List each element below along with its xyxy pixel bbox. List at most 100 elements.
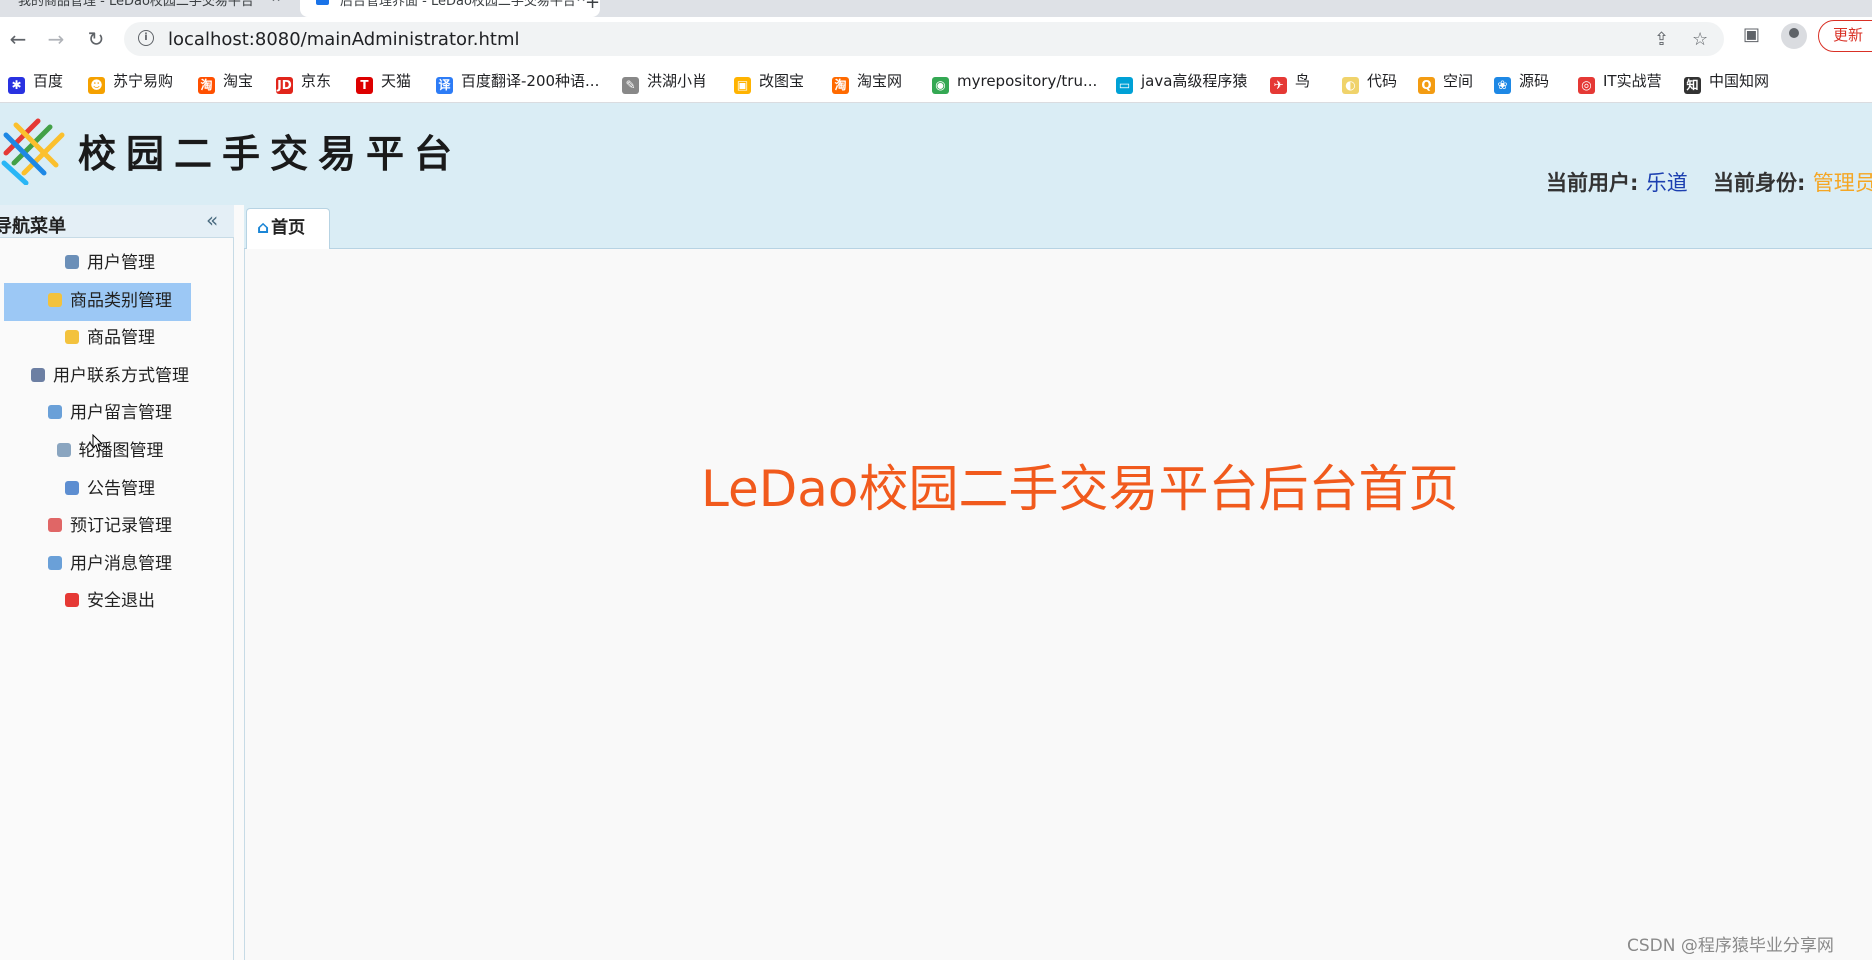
bookmark-item[interactable]: ▭ java高级程序猿 (1116, 71, 1248, 94)
sidebar-title: 导航菜单 (0, 216, 66, 237)
sidebar-item-logout[interactable]: 安全退出 (0, 583, 234, 619)
site-info-icon[interactable]: i (138, 30, 154, 46)
logo-icon (1, 118, 65, 185)
bookmark-favicon-icon: ▣ (734, 77, 751, 94)
browser-tab-label: 我的商品管理 - LeDao校园二手交易平台 (18, 0, 254, 9)
sidebar-item-label: 用户留言管理 (70, 403, 172, 424)
bookmark-label: 洪湖小肖 (647, 72, 708, 90)
bookmark-favicon-icon: JD (276, 77, 293, 94)
bookmark-item[interactable]: ✎ 洪湖小肖 (622, 71, 708, 94)
bookmark-item[interactable]: ▣ 改图宝 (734, 71, 805, 94)
bookmark-label: 空间 (1443, 72, 1474, 90)
collapse-icon[interactable]: « (206, 208, 218, 232)
bookmark-item[interactable]: T 天猫 (356, 71, 412, 94)
browser-tab-inactive[interactable]: 我的商品管理 - LeDao校园二手交易平台 ✕ (0, 0, 295, 17)
bookmarks-bar: ✱ 百度 ☻ 苏宁易购 淘淘宝 JD 京东 T 天猫 译百度翻译-200种语... ✎ 洪湖小肖 ▣ 改图… (0, 61, 1872, 103)
current-role-label: 当前身份: (1713, 171, 1806, 195)
sidebar-item-label: 安全退出 (87, 591, 155, 612)
bookmark-item[interactable]: ✱ 百度 (8, 71, 64, 94)
forward-icon[interactable]: → (44, 27, 68, 51)
sidebar-item-label: 商品管理 (87, 328, 155, 349)
star-icon[interactable]: ☆ (1692, 29, 1708, 50)
new-tab-icon[interactable]: + (585, 0, 600, 13)
bookmark-label: 天猫 (381, 72, 412, 90)
bookmark-item[interactable]: ◐ 代码 (1342, 71, 1397, 94)
sidebar-item-label: 预订记录管理 (70, 516, 172, 537)
bookmark-label: 百度翻译-200种语... (461, 72, 600, 90)
bookmark-favicon-icon: ✎ (622, 77, 639, 94)
menu-item-icon (31, 367, 45, 382)
side-panel-icon[interactable]: ▣ (1743, 24, 1760, 45)
site-title: 校园二手交易平台 (78, 131, 463, 176)
bookmark-item[interactable]: ✈ 鸟 (1270, 71, 1311, 94)
profile-avatar[interactable] (1781, 23, 1807, 49)
bookmark-favicon-icon: 淘 (832, 77, 849, 94)
bookmark-label: java高级程序猿 (1141, 72, 1248, 90)
bookmark-label: 改图宝 (759, 72, 805, 90)
sidebar-item-booking[interactable]: 预订记录管理 (0, 508, 234, 544)
bookmark-label: myrepository/tru... (957, 72, 1098, 90)
tab-home-label: 首页 (271, 218, 306, 238)
sidebar-item-category[interactable]: 商品类别管理 (0, 282, 234, 321)
menu-item-icon (48, 405, 62, 420)
address-bar[interactable]: i localhost:8080/mainAdministrator.html … (124, 22, 1724, 56)
menu-item-icon (65, 330, 79, 345)
current-user-name: 乐道 (1645, 171, 1688, 195)
bookmark-label: IT实战营 (1603, 72, 1662, 90)
nav-sidebar: 导航菜单 « 用户管理商品类别管理商品管理用户联系方式管理 用户留言管理轮播图管理… (0, 205, 234, 960)
back-icon[interactable]: ← (6, 27, 30, 51)
share-icon[interactable]: ⇪ (1654, 29, 1669, 50)
sidebar-item-user[interactable]: 用户管理 (0, 245, 234, 281)
bookmark-label: 鸟 (1295, 72, 1311, 90)
browser-tab-active[interactable]: 后台管理界面 - LeDao校园二手交易平台 ✕ (300, 0, 600, 17)
user-info: 当前用户: 乐道 当前身份: 管理员 (1546, 167, 1872, 197)
bookmark-favicon-icon: ◐ (1342, 77, 1359, 94)
bookmark-favicon-icon: T (356, 77, 373, 94)
bookmark-favicon-icon: ✱ (8, 77, 25, 94)
current-user-label: 当前用户: (1546, 171, 1639, 195)
bookmark-favicon-icon: ✈ (1270, 77, 1287, 94)
content-tab-bar: ⌂ 首页 (244, 205, 1872, 250)
tab-home[interactable]: ⌂ 首页 (246, 208, 330, 250)
sidebar-item-contact[interactable]: 用户联系方式管理 (0, 358, 234, 394)
browser-toolbar: ← → ↻ i localhost:8080/mainAdministrator… (0, 17, 1872, 61)
bookmark-label: 中国知网 (1709, 72, 1770, 90)
menu-item-icon (56, 443, 71, 457)
reload-icon[interactable]: ↻ (84, 27, 108, 51)
sidebar-item-goods[interactable]: 商品管理 (0, 320, 234, 356)
bookmark-favicon-icon: ▭ (1116, 77, 1133, 94)
bookmark-item[interactable]: 淘淘宝 (198, 71, 253, 94)
bookmark-label: 淘宝网 (857, 72, 903, 90)
bookmark-favicon-icon: ❀ (1494, 77, 1511, 94)
content-panel: LeDao校园二手交易平台后台首页 (244, 249, 1872, 960)
bookmark-item[interactable]: Q 空间 (1418, 71, 1474, 94)
sidebar-item-label: 用户联系方式管理 (53, 365, 189, 386)
sidebar-item-carousel[interactable]: 轮播图管理 (0, 433, 234, 469)
bookmark-item[interactable]: ☻ 苏宁易购 (88, 71, 174, 94)
sidebar-item-label: 用户管理 (87, 253, 155, 273)
sidebar-item-usermsg[interactable]: 用户消息管理 (0, 546, 234, 582)
bookmark-item[interactable]: ◉ myrepository/tru... (932, 71, 1098, 94)
url-text[interactable]: localhost:8080/mainAdministrator.html (168, 29, 519, 50)
menu-item-icon (65, 480, 79, 495)
home-icon: ⌂ (257, 218, 270, 238)
bookmark-favicon-icon: ◉ (932, 77, 949, 94)
bookmark-favicon-icon: Q (1418, 77, 1435, 94)
sidebar-header: 导航菜单 « (0, 205, 234, 238)
watermark: CSDN @程序猿毕业分享网 (1627, 936, 1834, 956)
sidebar-item-message[interactable]: 用户留言管理 (0, 395, 234, 431)
bookmark-favicon-icon: 译 (436, 77, 453, 94)
bookmark-item[interactable]: 知中国知网 (1684, 71, 1770, 94)
bookmark-item[interactable]: 译百度翻译-200种语... (436, 71, 600, 94)
bookmark-item[interactable]: ◎ IT实战营 (1578, 71, 1662, 94)
sidebar-item-notice[interactable]: 公告管理 (0, 471, 234, 507)
site-header: 校园二手交易平台 当前用户: 乐道 当前身份: 管理员 (0, 103, 1872, 205)
bookmark-item[interactable]: 淘淘宝网 (832, 71, 903, 94)
browser-tab-label: 后台管理界面 - LeDao校园二手交易平台 (340, 0, 576, 9)
bookmark-item[interactable]: JD 京东 (276, 71, 331, 94)
bookmark-label: 百度 (33, 72, 64, 90)
bookmark-item[interactable]: ❀ 源码 (1494, 71, 1549, 94)
bookmark-label: 苏宁易购 (113, 72, 174, 90)
update-button[interactable]: 更新 (1818, 20, 1872, 52)
bookmark-favicon-icon: ☻ (88, 77, 105, 94)
